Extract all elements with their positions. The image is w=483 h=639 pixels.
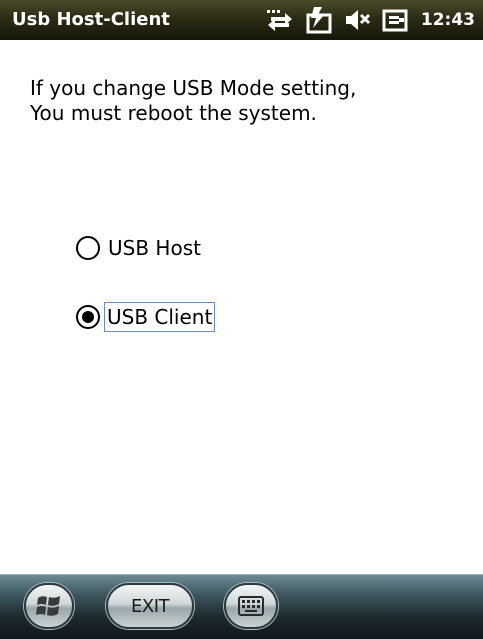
exit-button[interactable]: EXIT	[106, 583, 194, 629]
battery-charging-icon[interactable]	[305, 6, 333, 34]
screen: Usb Host-Client 12:43 If you change USB …	[0, 0, 483, 639]
windows-start-icon	[36, 596, 60, 616]
usb-host-option[interactable]: USB Host	[76, 231, 203, 265]
radio-selected-dot	[82, 311, 94, 323]
status-icons: 12:43	[265, 5, 475, 35]
exit-label: EXIT	[130, 595, 170, 617]
volume-mute-icon[interactable]	[343, 6, 371, 34]
start-button[interactable]	[24, 583, 74, 629]
usb-client-radio[interactable]	[76, 305, 100, 329]
notice-line-2: You must reboot the system.	[30, 101, 317, 125]
power-plug-icon[interactable]	[381, 6, 409, 34]
keyboard-icon	[238, 596, 264, 616]
title-bar: Usb Host-Client 12:43	[0, 0, 483, 40]
reboot-notice: If you change USB Mode setting, You must…	[30, 76, 460, 126]
usb-host-label[interactable]: USB Host	[106, 234, 203, 262]
connectivity-icon[interactable]	[265, 7, 295, 33]
usb-client-label[interactable]: USB Client	[104, 302, 216, 332]
clock: 12:43	[420, 10, 475, 30]
notice-line-1: If you change USB Mode setting,	[30, 76, 357, 100]
usb-host-radio[interactable]	[76, 236, 100, 260]
bottom-bar: EXIT	[0, 574, 483, 639]
keyboard-button[interactable]	[224, 583, 278, 629]
window-title: Usb Host-Client	[12, 9, 170, 30]
usb-client-option[interactable]: USB Client	[76, 300, 216, 334]
